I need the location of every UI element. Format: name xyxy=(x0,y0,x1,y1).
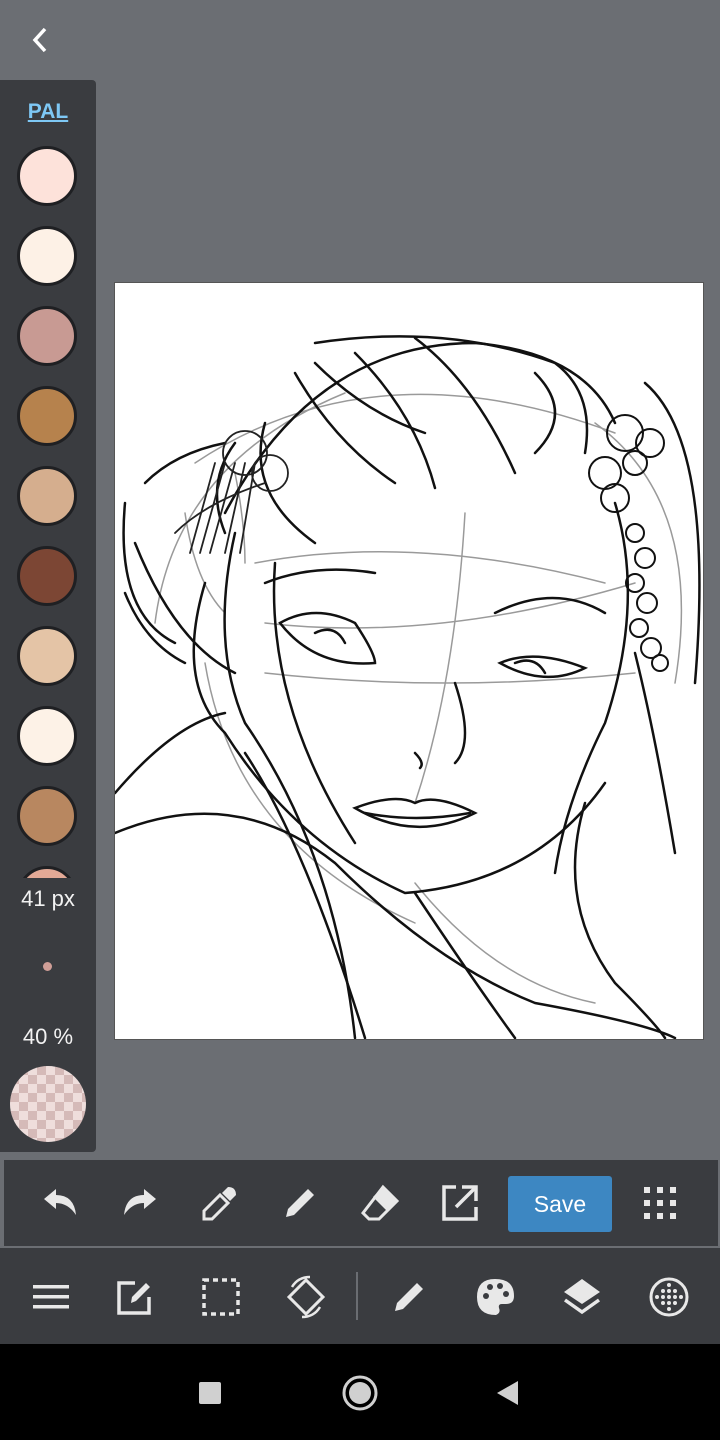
brush-button[interactable] xyxy=(384,1272,434,1322)
export-icon xyxy=(442,1185,478,1221)
opacity-label[interactable]: 40 % xyxy=(0,1024,96,1050)
square-icon xyxy=(199,1382,221,1404)
sketch-drawing xyxy=(113,335,701,1040)
pencil-icon xyxy=(286,1189,314,1217)
menu-button[interactable] xyxy=(26,1272,76,1322)
home-button[interactable] xyxy=(335,1368,385,1418)
more-tools-button[interactable] xyxy=(637,1180,683,1226)
opacity-preview[interactable] xyxy=(10,1066,86,1142)
back-nav-button[interactable] xyxy=(482,1368,532,1418)
eraser-icon xyxy=(361,1184,400,1221)
brush-icon xyxy=(395,1283,423,1311)
color-swatch[interactable] xyxy=(17,386,77,446)
color-swatch[interactable] xyxy=(17,866,77,878)
menu-icon xyxy=(33,1285,69,1309)
undo-button[interactable] xyxy=(37,1180,83,1226)
palette-icon xyxy=(477,1279,514,1315)
edit-icon xyxy=(117,1281,151,1315)
palette-button[interactable] xyxy=(470,1272,520,1322)
brush-size-label[interactable]: 41 px xyxy=(0,886,96,912)
color-swatch[interactable] xyxy=(17,546,77,606)
rotate-button[interactable] xyxy=(281,1272,331,1322)
home-circle-icon xyxy=(342,1375,378,1411)
redo-button[interactable] xyxy=(117,1180,163,1226)
system-navigation-bar xyxy=(0,1344,720,1440)
recent-apps-button[interactable] xyxy=(185,1368,235,1418)
left-sidebar: PAL 41 px 40 % xyxy=(0,80,96,1152)
undo-icon xyxy=(44,1189,76,1215)
color-swatch[interactable] xyxy=(17,786,77,846)
layers-button[interactable] xyxy=(557,1272,607,1322)
bottom-tool-bar xyxy=(0,1248,720,1344)
palette-link[interactable]: PAL xyxy=(0,100,96,124)
redo-icon xyxy=(124,1189,156,1215)
select-icon xyxy=(202,1278,240,1316)
view-options-button[interactable] xyxy=(644,1272,694,1322)
color-swatch[interactable] xyxy=(17,146,77,206)
chevron-left-icon xyxy=(32,27,47,53)
eraser-button[interactable] xyxy=(357,1180,403,1226)
pencil-button[interactable] xyxy=(277,1180,323,1226)
dotted-circle-icon xyxy=(649,1277,689,1317)
tool-bar: Save xyxy=(4,1160,718,1246)
toolbar-divider xyxy=(356,1272,358,1320)
color-swatch[interactable] xyxy=(17,626,77,686)
eyedropper-icon xyxy=(202,1187,236,1221)
color-swatch[interactable] xyxy=(17,306,77,366)
grid-dots-icon xyxy=(644,1187,676,1219)
brush-size-preview xyxy=(43,962,52,971)
edit-button[interactable] xyxy=(110,1272,160,1322)
export-button[interactable] xyxy=(437,1180,483,1226)
back-button[interactable] xyxy=(18,20,62,60)
eyedropper-button[interactable] xyxy=(197,1180,243,1226)
layers-icon xyxy=(563,1279,601,1315)
color-swatch[interactable] xyxy=(17,466,77,526)
color-swatch[interactable] xyxy=(17,706,77,766)
select-button[interactable] xyxy=(196,1272,246,1322)
rotate-icon xyxy=(286,1275,326,1319)
save-button[interactable]: Save xyxy=(508,1176,612,1232)
color-swatch[interactable] xyxy=(17,226,77,286)
swatch-list xyxy=(0,144,96,878)
drawing-canvas[interactable] xyxy=(113,282,704,1040)
triangle-back-icon xyxy=(497,1381,518,1405)
